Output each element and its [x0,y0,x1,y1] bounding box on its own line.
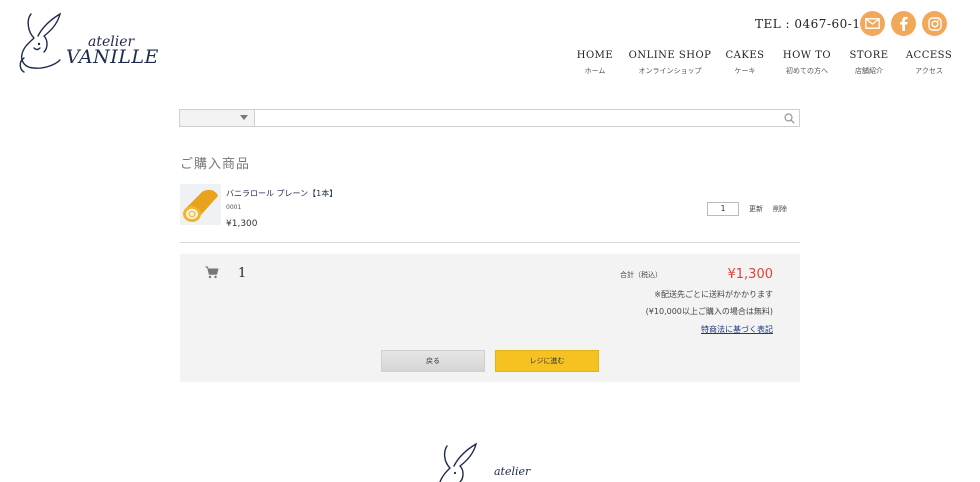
nav-sublabel: ホーム [584,67,606,75]
nav-item-online-shop[interactable]: ONLINE SHOP オンラインショップ [629,50,712,76]
product-price: ¥1,300 [226,219,258,229]
nav-sublabel: 店舗紹介 [855,67,883,75]
product-code: 0001 [226,204,242,211]
nav-item-how-to[interactable]: HOW TO 初めての方へ [783,50,831,76]
search-bar [179,109,800,127]
back-button[interactable]: 戻る [381,350,485,372]
update-button[interactable]: 更新 [749,204,763,214]
checkout-button[interactable]: レジに進む [495,350,599,372]
roll-cake-image [180,184,221,225]
legal-notice-link[interactable]: 特商法に基づく表記 [701,324,773,335]
nav-label: HOW TO [782,50,832,61]
nav-item-cakes[interactable]: CAKES ケーキ [726,50,765,76]
nav-label: HOME [576,50,614,61]
cart-count: 1 [238,266,247,281]
total-price: ¥1,300 [727,267,774,282]
cart-icon [205,266,219,279]
main-nav: HOME ホーム ONLINE SHOP オンラインショップ CAKES ケーキ… [560,50,968,80]
facebook-icon[interactable] [891,11,916,36]
nav-sublabel: アクセス [915,67,943,75]
mail-icon[interactable] [860,11,885,36]
search-input[interactable] [256,110,776,126]
nav-sublabel: オンラインショップ [638,67,702,75]
order-summary: 1 合計（税込） ¥1,300 ※配送先ごとに送料がかかります (¥10,000… [180,254,800,382]
free-shipping-note: (¥10,000以上ご購入の場合は無料) [645,307,773,316]
chevron-down-icon [240,115,248,120]
quantity-input[interactable]: 1 [707,202,739,216]
footer-logo[interactable]: atelier [434,442,544,482]
total-label: 合計（税込） [620,271,662,279]
brand-logo[interactable]: atelier VANILLE [14,8,158,74]
nav-sublabel: 初めての方へ [786,67,828,75]
rabbit-logo-icon [19,12,62,73]
nav-label: ONLINE SHOP [628,50,712,61]
nav-item-home[interactable]: HOME ホーム [577,50,613,76]
cart-title: ご購入商品 [180,157,251,172]
footer-brand-text: atelier [494,465,531,478]
category-select[interactable] [180,110,255,126]
delete-button[interactable]: 削除 [773,204,787,214]
nav-label: STORE [849,50,889,61]
nav-label: CAKES [725,50,765,61]
divider [180,242,800,243]
brand-name-text: VANILLE [66,46,159,68]
nav-item-store[interactable]: STORE 店舗紹介 [849,50,888,76]
product-name[interactable]: バニラロール プレーン【1本】 [226,188,337,199]
nav-label: ACCESS [905,50,953,61]
shipping-note: ※配送先ごとに送料がかかります [654,290,773,299]
search-icon[interactable] [784,113,795,124]
product-image[interactable] [180,184,221,225]
rabbit-logo-icon [439,442,478,482]
instagram-icon[interactable] [922,11,947,36]
nav-item-access[interactable]: ACCESS アクセス [906,50,952,76]
nav-sublabel: ケーキ [734,67,756,75]
